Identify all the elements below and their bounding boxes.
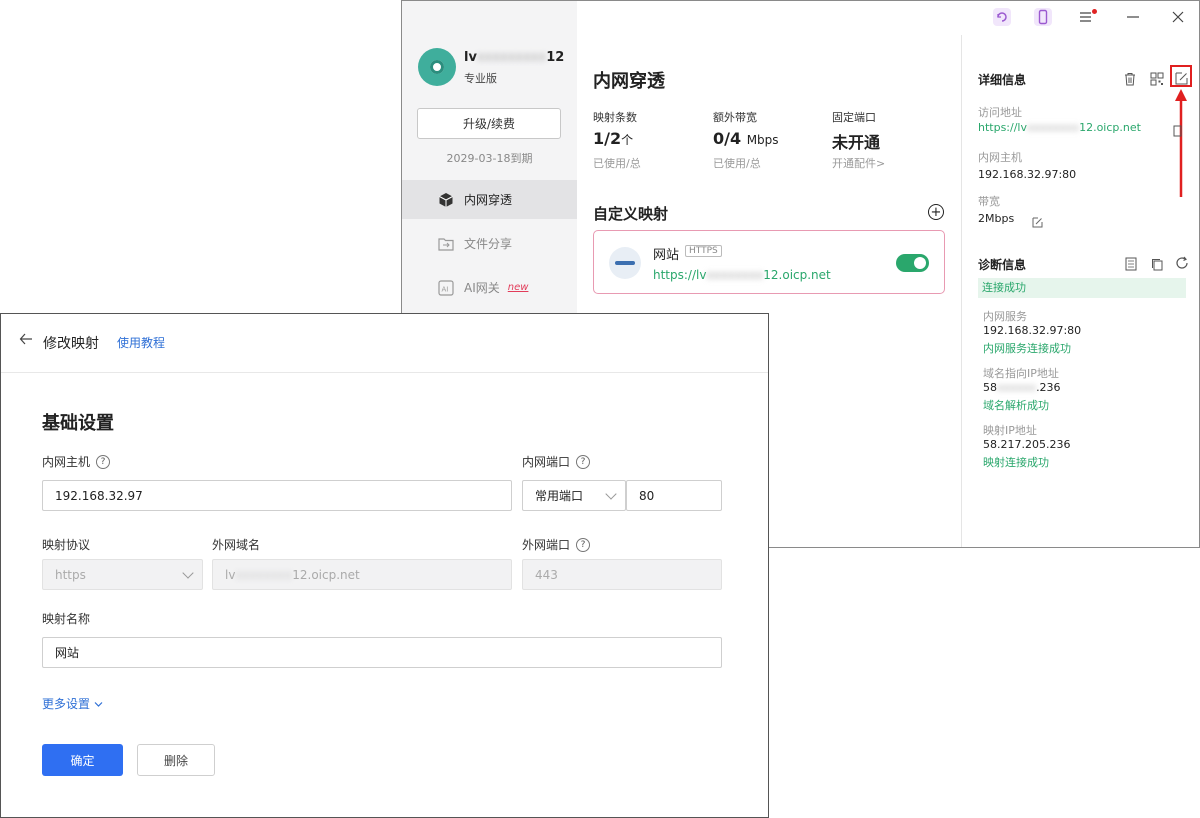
stat-label: 固定端口 [832, 111, 876, 124]
protocol-select: https [42, 559, 203, 590]
diag-result: 域名解析成功 [983, 399, 1049, 412]
cube-icon [438, 192, 454, 208]
bandwidth-value: 2Mbps [978, 212, 1015, 225]
domain-field-label: 外网域名 [212, 538, 261, 552]
log-icon[interactable] [1125, 256, 1137, 275]
dialog-header: 修改映射 使用教程 [1, 314, 768, 373]
chevron-down-icon [182, 567, 194, 579]
sync-icon[interactable] [993, 8, 1011, 26]
new-badge: new [507, 282, 529, 293]
sidebar-item-ai-gateway[interactable]: AI AI网关 new [402, 268, 577, 307]
ext-port-input: 443 [522, 559, 722, 590]
diagnosis-title: 诊断信息 [978, 258, 1027, 272]
help-icon[interactable]: ? [96, 454, 111, 469]
protocol-tag: HTTPS [685, 245, 722, 257]
stat-label: 额外带宽 [713, 111, 757, 124]
folder-share-icon [438, 236, 454, 252]
copy-icon[interactable] [1173, 122, 1183, 141]
mapping-card[interactable]: 网站 HTTPS https://lvxxxxxxxx12.oicp.net [593, 230, 945, 294]
arrow-up-icon [1175, 87, 1187, 197]
name-field-label: 映射名称 [42, 612, 91, 626]
page-title: 内网穿透 [593, 71, 665, 92]
confirm-button[interactable]: 确定 [42, 744, 123, 776]
svg-text:AI: AI [442, 285, 449, 293]
port-field-label: 内网端口? [522, 453, 591, 470]
host-label: 内网主机 [978, 151, 1022, 164]
sidebar-item-label: 文件分享 [464, 237, 513, 251]
detail-panel: 详细信息 访问地址 https://lvxxxxxxxx12.oicp.net … [961, 35, 1200, 547]
diag-label: 域名指向IP地址 [983, 367, 1059, 380]
minimize-icon[interactable] [1124, 8, 1142, 26]
mapping-toggle[interactable] [896, 254, 929, 272]
sidebar-item-file-share[interactable]: 文件分享 [402, 224, 577, 263]
web-icon [609, 247, 641, 279]
chevron-down-icon [605, 488, 617, 500]
stat-value: 0/4 Mbps [713, 129, 779, 148]
mapping-url[interactable]: https://lvxxxxxxxx12.oicp.net [653, 268, 831, 282]
diag-value: 192.168.32.97:80 [983, 324, 1082, 337]
connection-status: 连接成功 [978, 278, 1186, 298]
refresh-icon[interactable] [1175, 255, 1189, 274]
upgrade-button[interactable]: 升级/续费 [417, 108, 561, 139]
notification-dot [1092, 9, 1097, 14]
edition-label: 专业版 [464, 72, 497, 85]
tutorial-link[interactable]: 使用教程 [117, 334, 165, 351]
close-icon[interactable] [1169, 8, 1187, 26]
help-icon[interactable]: ? [576, 537, 591, 552]
help-icon[interactable]: ? [576, 454, 591, 469]
stat-value: 1/2个 [593, 129, 634, 148]
more-settings-link[interactable]: 更多设置 [42, 695, 103, 712]
stat-sub: 已使用/总 [593, 157, 641, 170]
sidebar-item-intranet[interactable]: 内网穿透 [402, 180, 577, 219]
port-type-select[interactable]: 常用端口 [522, 480, 626, 511]
stat-label: 映射条数 [593, 111, 637, 124]
edit-bandwidth-icon[interactable] [1032, 213, 1043, 232]
access-url[interactable]: https://lvxxxxxxxx12.oicp.net [978, 121, 1141, 134]
dialog-title: 修改映射 [43, 336, 99, 352]
diag-label: 内网服务 [983, 310, 1027, 323]
avatar[interactable] [418, 48, 456, 86]
host-input[interactable]: 192.168.32.97 [42, 480, 512, 511]
sidebar-item-label: 内网穿透 [464, 193, 513, 207]
bandwidth-label: 带宽 [978, 195, 1000, 208]
copy-diagnosis-icon[interactable] [1151, 256, 1164, 275]
add-mapping-icon[interactable]: + [928, 204, 944, 220]
stat-value: 未开通 [832, 133, 881, 152]
qrcode-icon[interactable] [1150, 71, 1164, 90]
diag-label: 映射IP地址 [983, 424, 1037, 437]
port-input[interactable]: 80 [626, 480, 722, 511]
buy-accessory-link[interactable]: 开通配件> [832, 155, 885, 171]
sidebar-item-label: AI网关 [464, 281, 500, 295]
custom-mapping-title: 自定义映射 [593, 205, 669, 223]
section-title: 基础设置 [42, 413, 114, 434]
diag-value: 58.217.205.236 [983, 438, 1071, 451]
ext-port-field-label: 外网端口? [522, 536, 591, 553]
edit-highlight-box [1170, 65, 1192, 87]
mapping-name: 网站 [653, 248, 680, 263]
expire-date: 2029-03-18到期 [446, 152, 533, 165]
diag-result: 映射连接成功 [983, 456, 1049, 469]
host-field-label: 内网主机? [42, 453, 111, 470]
stat-sub: 已使用/总 [713, 157, 761, 170]
trash-icon[interactable] [1123, 71, 1137, 90]
mapping-name-input[interactable]: 网站 [42, 637, 722, 668]
back-arrow-icon[interactable] [19, 332, 33, 350]
delete-button[interactable]: 删除 [137, 744, 215, 776]
username: lvxxxxxxxxx12 [464, 50, 565, 65]
chevron-down-icon [94, 702, 103, 707]
mobile-icon[interactable] [1034, 8, 1052, 26]
diag-value: 58xxxxxx.236 [983, 381, 1061, 394]
host-value: 192.168.32.97:80 [978, 168, 1077, 181]
detail-title: 详细信息 [978, 73, 1027, 87]
diag-result: 内网服务连接成功 [983, 342, 1071, 355]
domain-input: lv xxxxxxxx 12.oicp.net [212, 559, 512, 590]
ai-icon: AI [438, 279, 454, 296]
access-label: 访问地址 [978, 106, 1022, 119]
edit-mapping-dialog: 修改映射 使用教程 基础设置 内网主机? 192.168.32.97 内网端口?… [0, 313, 769, 818]
protocol-field-label: 映射协议 [42, 538, 91, 552]
